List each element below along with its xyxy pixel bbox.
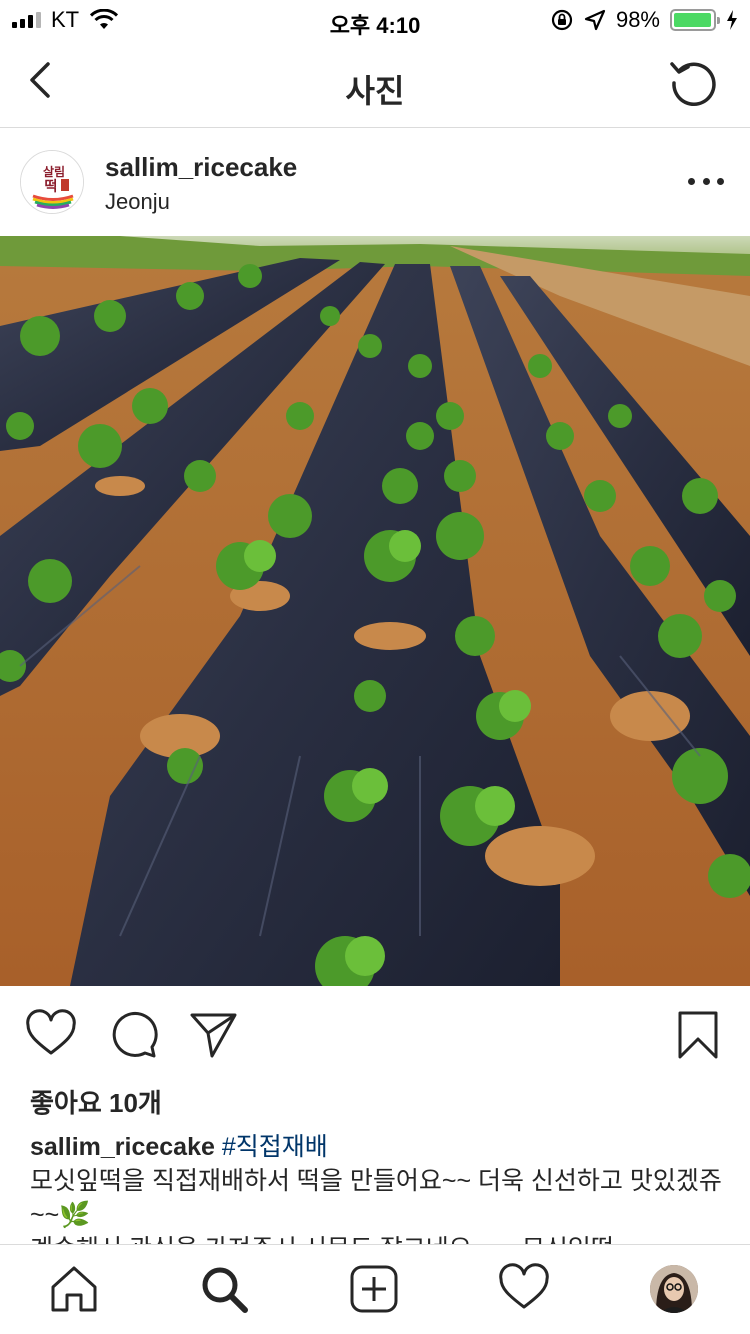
activity-heart-icon[interactable] [498,1263,550,1315]
status-right: 98% [550,7,738,32]
caption-hashtag[interactable]: #직접재배 [222,1133,328,1161]
post-header: 살림 떡 sallim_ricecake Jeonju [0,128,750,236]
post-username[interactable]: sallim_ricecake [105,152,297,183]
bookmark-icon[interactable] [672,1009,724,1061]
caption-more: 계속해서 관심을 가져주시 서문도 잘그네요 ~ ~ 모싯잎떡 [30,1232,730,1244]
tab-bar [0,1244,750,1334]
profile-avatar[interactable] [650,1265,698,1313]
add-post-icon[interactable] [348,1263,400,1315]
post-location[interactable]: Jeonju [105,189,170,215]
avatar[interactable]: 살림 떡 [20,150,84,214]
charging-bolt-icon [727,10,737,30]
refresh-icon[interactable] [668,56,720,108]
caption: sallim_ricecake #직접재배 모싯잎떡을 직접재배하서 떡을 만들… [30,1130,730,1232]
svg-text:떡: 떡 [45,178,58,195]
caption-username[interactable]: sallim_ricecake [30,1133,215,1161]
battery-fill [674,13,712,27]
search-icon[interactable] [198,1263,250,1315]
home-icon[interactable] [48,1263,100,1315]
heart-icon[interactable] [25,1009,77,1061]
likes-count[interactable]: 좋아요 10개 [30,1083,162,1120]
location-arrow-icon [584,9,606,31]
svg-text:살림: 살림 [43,165,65,179]
battery-percent: 98% [615,7,660,32]
page-title: 사진 [345,73,405,109]
battery-icon [670,9,720,31]
caption-text: 모싯잎떡을 직접재배하서 떡을 만들어요~~ 더욱 신선하고 맛있겠쥬~~🌿 [30,1167,722,1229]
post-photo[interactable] [0,236,750,986]
post-actions [0,1005,750,1065]
orientation-lock-icon [551,9,573,31]
comment-icon[interactable] [107,1009,159,1061]
brand-logo: 살림 떡 [21,151,83,213]
nav-bar: 사진 [0,40,750,128]
field-photo [0,236,750,986]
paper-plane-icon[interactable] [188,1009,240,1061]
more-horizontal-icon[interactable] [688,168,724,194]
status-bar: KT 오후 4:10 98% [0,0,750,40]
